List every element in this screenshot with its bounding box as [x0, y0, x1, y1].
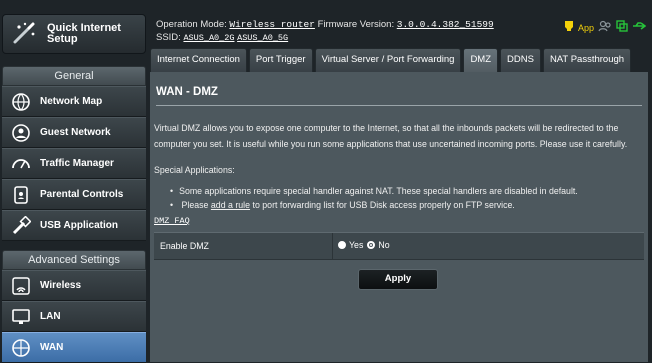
firmware-label: Firmware Version: [317, 19, 395, 30]
sidebar-item-label: LAN [40, 311, 61, 322]
row-divider [332, 233, 333, 259]
sidebar-item-label: Traffic Manager [40, 158, 114, 169]
sidebar-item-lan[interactable]: LAN [2, 301, 146, 332]
enable-dmz-options: Yes No [338, 240, 390, 250]
dmz-yes-label[interactable]: Yes [349, 240, 363, 250]
usb-application-icon [10, 215, 32, 237]
traffic-manager-icon [10, 153, 32, 175]
sidebar: Quick Internet Setup General Network Map… [0, 0, 148, 363]
dmz-no-label[interactable]: No [378, 240, 389, 250]
tab-virtual-server[interactable]: Virtual Server / Port Forwarding [314, 48, 462, 72]
ssid-label: SSID: [156, 32, 181, 43]
tab-internet-connection[interactable]: Internet Connection [150, 48, 247, 72]
enable-dmz-label: Enable DMZ [160, 241, 209, 251]
sidebar-item-guest-network[interactable]: Guest Network [2, 117, 146, 148]
list-item: Please add a rule to port forwarding lis… [170, 198, 578, 212]
title-divider [156, 105, 642, 106]
guest-network-icon [10, 122, 32, 144]
sidebar-item-traffic-manager[interactable]: Traffic Manager [2, 148, 146, 179]
advanced-section-header: Advanced Settings [2, 250, 146, 270]
wan-tabs: Internet Connection Port Trigger Virtual… [150, 48, 633, 72]
network-map-icon [10, 91, 32, 113]
parental-controls-icon [10, 184, 32, 206]
sidebar-item-label: WAN [40, 342, 64, 353]
sidebar-item-label: USB Application [40, 220, 118, 231]
ssid-5g-link[interactable]: ASUS_A0_5G [237, 33, 288, 43]
ssid-2g-link[interactable]: ASUS_A0_2G [183, 33, 234, 43]
tab-dmz[interactable]: DMZ [463, 48, 499, 72]
wan-icon [10, 337, 32, 359]
wireless-icon [10, 275, 32, 297]
sidebar-item-label: Network Map [40, 96, 103, 107]
quick-internet-setup-button[interactable]: Quick Internet Setup [2, 14, 146, 54]
sidebar-item-wan[interactable]: WAN [2, 332, 146, 363]
enable-dmz-row: Enable DMZ Yes No [154, 232, 644, 260]
wand-icon [9, 18, 41, 50]
special-applications-header: Special Applications: [154, 165, 235, 175]
sidebar-item-network-map[interactable]: Network Map [2, 86, 146, 117]
sidebar-item-label: Parental Controls [40, 189, 124, 200]
users-icon[interactable] [598, 20, 612, 35]
firmware-link[interactable]: 3.0.0.4.382_51599 [397, 19, 494, 30]
app-label[interactable]: App [578, 23, 594, 33]
dmz-yes-radio[interactable] [338, 241, 346, 249]
dmz-description: Virtual DMZ allows you to expose one com… [154, 123, 628, 149]
lan-icon [10, 306, 32, 328]
apply-button[interactable]: Apply [358, 269, 438, 290]
app-bulb-icon[interactable] [564, 20, 574, 35]
sidebar-item-parental-controls[interactable]: Parental Controls [2, 179, 146, 210]
op-mode-link[interactable]: Wireless router [229, 19, 315, 30]
sidebar-item-usb-application[interactable]: USB Application [2, 210, 146, 241]
quick-setup-label: Quick Internet Setup [47, 22, 121, 45]
page-title: WAN - DMZ [156, 86, 218, 98]
copy-icon[interactable] [616, 20, 628, 35]
tab-nat-passthrough[interactable]: NAT Passthrough [542, 48, 632, 72]
dmz-no-radio[interactable] [367, 241, 376, 249]
sidebar-item-label: Wireless [40, 280, 82, 291]
add-rule-link[interactable]: add a rule [211, 200, 250, 210]
usb-status-icon[interactable] [632, 20, 647, 35]
sidebar-item-label: Guest Network [40, 127, 111, 138]
sidebar-item-wireless[interactable]: Wireless [2, 270, 146, 301]
general-section-header: General [2, 66, 146, 86]
list-item: Some applications require special handle… [170, 184, 578, 198]
status-bar: Operation Mode: Wireless router Firmware… [150, 14, 652, 46]
status-icons: App [564, 20, 647, 35]
content-panel: WAN - DMZ Virtual DMZ allows you to expo… [150, 72, 648, 362]
op-mode-label: Operation Mode: [156, 19, 227, 30]
tab-port-trigger[interactable]: Port Trigger [248, 48, 313, 72]
special-applications-list: Some applications require special handle… [170, 184, 578, 212]
tab-ddns[interactable]: DDNS [500, 48, 541, 72]
dmz-faq-link[interactable]: DMZ FAQ [154, 216, 190, 226]
